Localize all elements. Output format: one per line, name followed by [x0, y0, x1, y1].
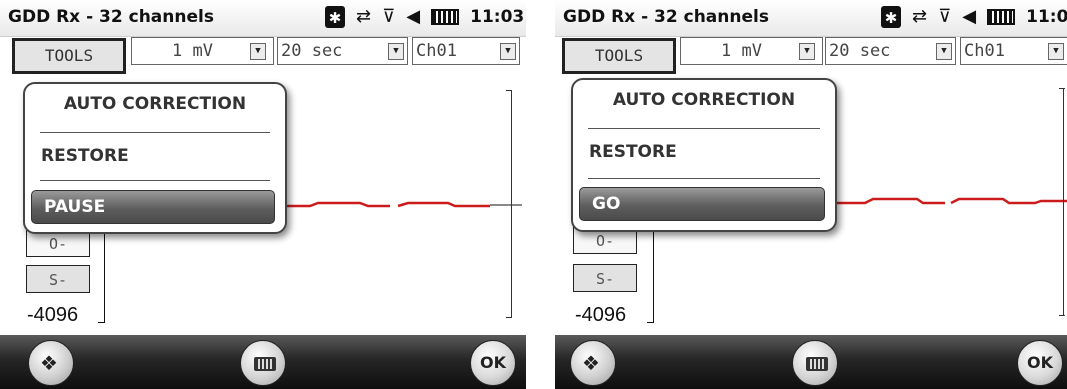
right-axis-tick: [506, 90, 512, 91]
screen-pause: GDD Rx - 32 channels ✱ ⇄ ⊽ ◀︎ 11:03 TOOL…: [0, 0, 526, 389]
s-button[interactable]: S-: [573, 264, 637, 292]
y-min-label: -4096: [575, 304, 627, 326]
menu-item-auto-correction[interactable]: AUTO CORRECTION: [25, 94, 285, 114]
tools-menu: AUTO CORRECTION RESTORE PAUSE: [23, 82, 287, 234]
y-axis: [104, 230, 105, 323]
menu-divider: [40, 132, 270, 133]
ok-button[interactable]: OK: [1017, 340, 1063, 386]
y-axis-tick: [647, 322, 654, 323]
menu-divider: [40, 180, 270, 181]
right-axis-tick: [1059, 88, 1065, 89]
ok-button[interactable]: OK: [470, 340, 516, 386]
menu-item-go[interactable]: GO: [579, 187, 825, 221]
windows-start-icon[interactable]: ❖: [570, 340, 616, 386]
screen-go: GDD Rx - 32 channels ✱ ⇄ ⊽ ◀︎ 11:03 TOOL…: [555, 0, 1067, 389]
tools-menu: AUTO CORRECTION RESTORE GO: [571, 78, 837, 232]
s-button[interactable]: S-: [26, 265, 90, 293]
menu-divider: [588, 128, 820, 129]
right-axis: [1063, 88, 1064, 316]
y-axis-tick: [98, 322, 105, 323]
keyboard-icon[interactable]: [792, 340, 838, 386]
windows-start-icon[interactable]: ❖: [28, 340, 74, 386]
right-axis: [511, 90, 512, 318]
menu-item-restore[interactable]: RESTORE: [573, 142, 851, 162]
menu-divider: [588, 178, 820, 179]
menu-item-auto-correction[interactable]: AUTO CORRECTION: [573, 90, 835, 110]
y-min-label: -4096: [27, 304, 79, 326]
right-axis-tick: [1059, 315, 1065, 316]
y-axis: [653, 230, 654, 323]
menu-item-pause[interactable]: PAUSE: [31, 190, 275, 224]
menu-item-restore[interactable]: RESTORE: [25, 146, 301, 166]
keyboard-icon[interactable]: [240, 340, 286, 386]
right-axis-tick: [506, 317, 512, 318]
